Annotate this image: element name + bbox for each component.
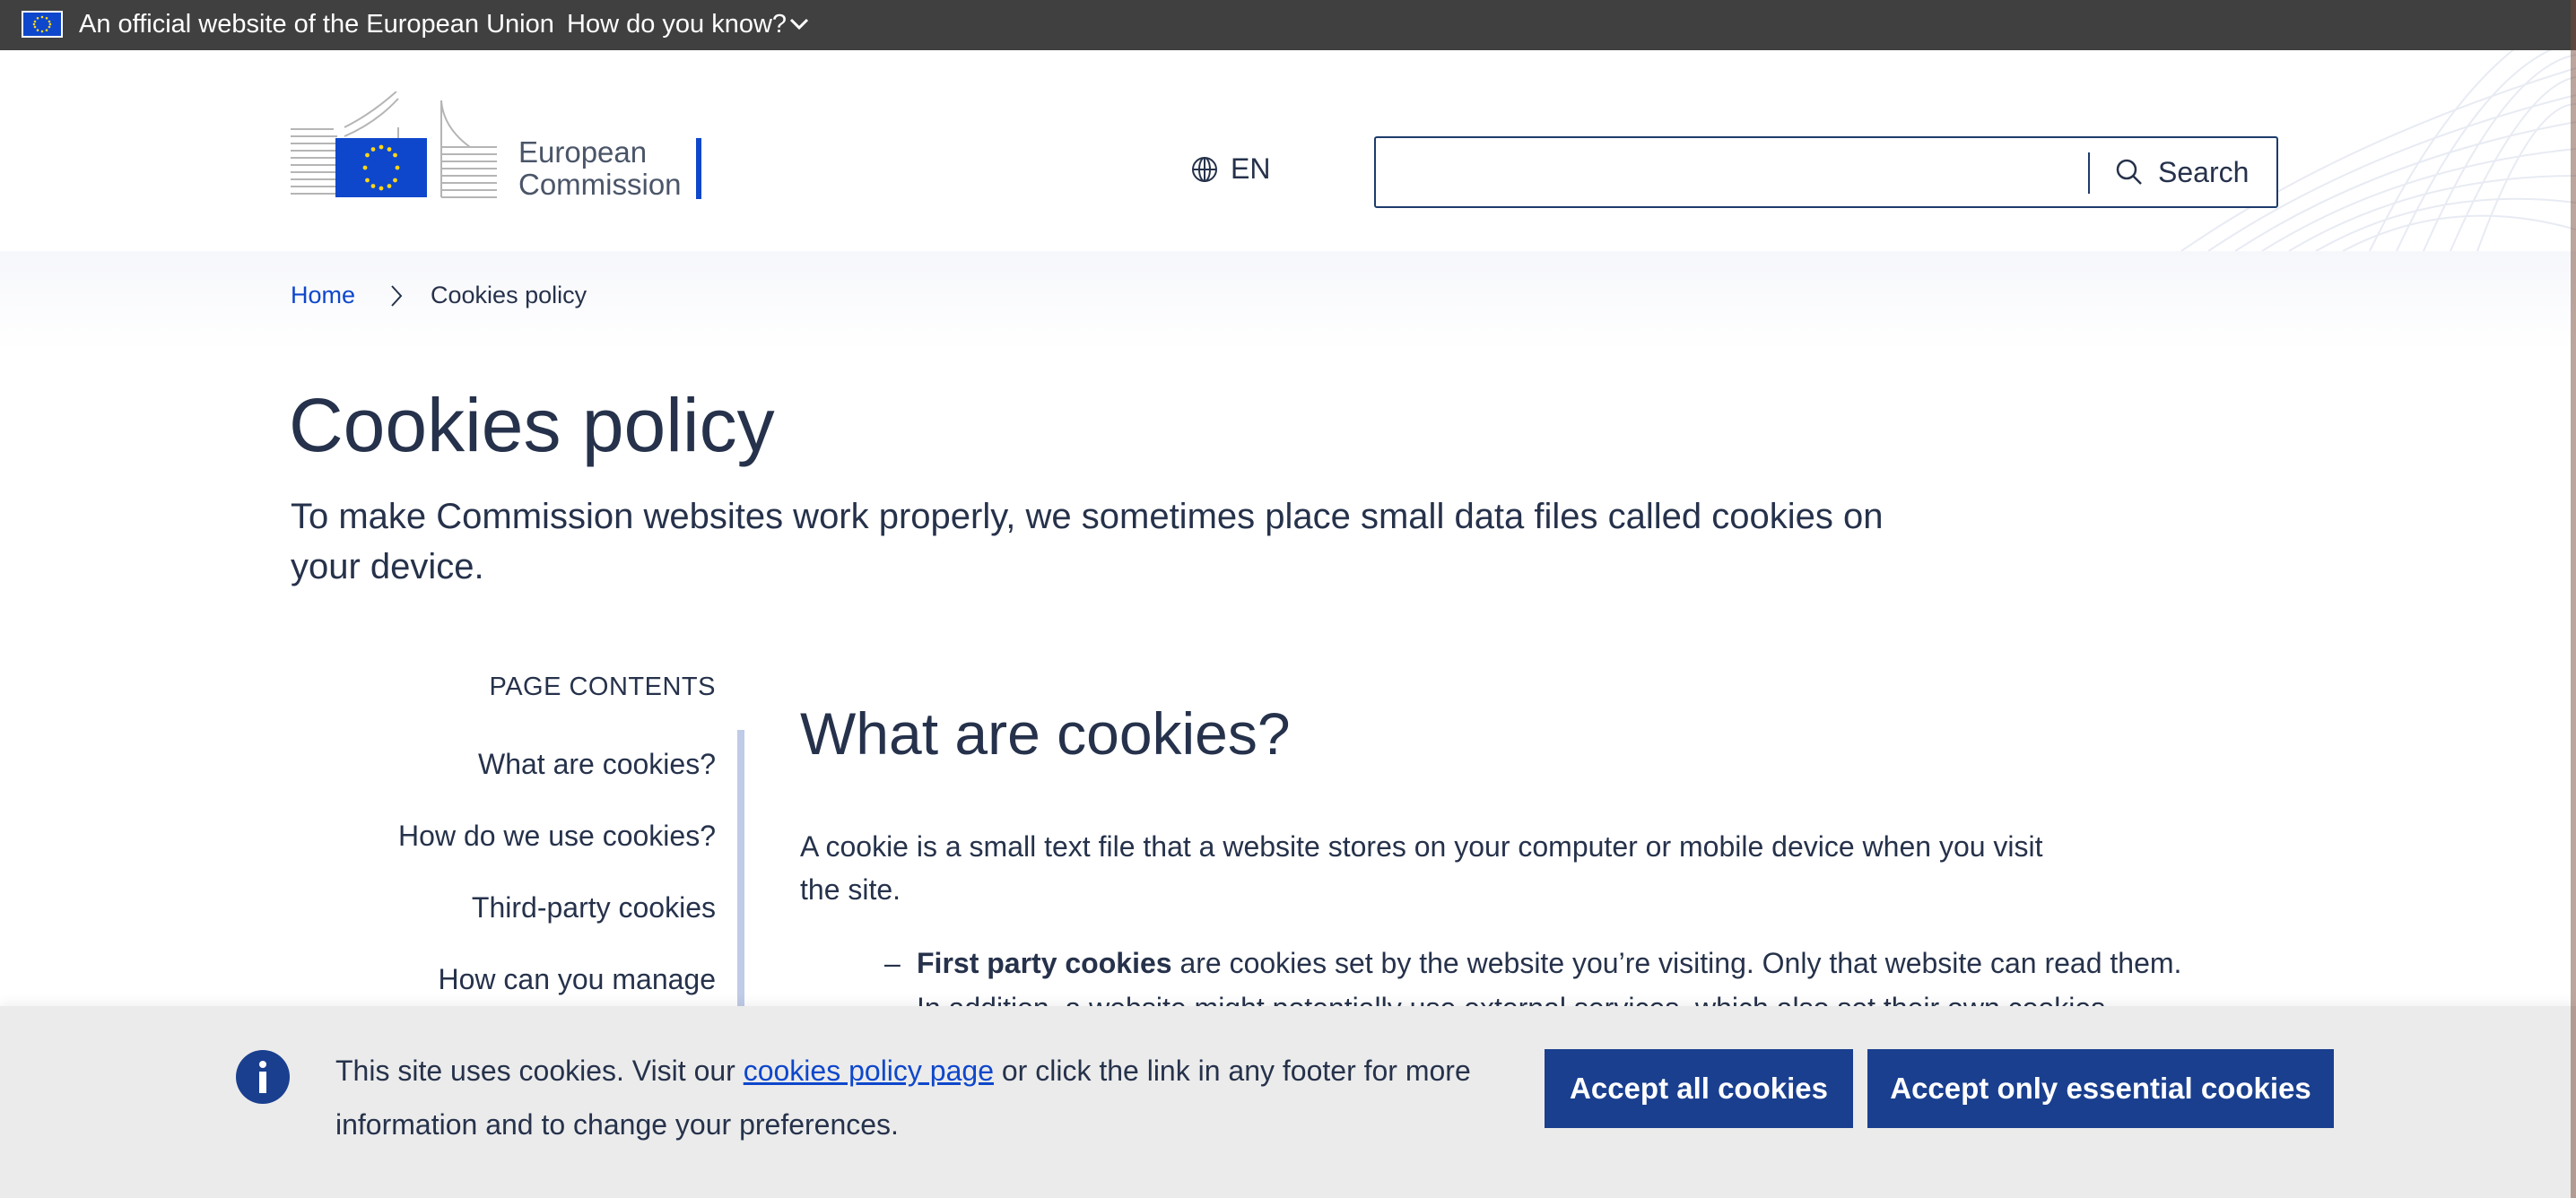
cookie-policy-link[interactable]: cookies policy page bbox=[744, 1055, 994, 1087]
breadcrumb: Home Cookies policy bbox=[291, 282, 587, 309]
toc-indicator bbox=[737, 730, 744, 1008]
search-divider bbox=[2088, 152, 2090, 194]
search-icon bbox=[2116, 159, 2142, 185]
page-title: Cookies policy bbox=[289, 383, 775, 467]
official-website-text: An official website of the European Unio… bbox=[79, 10, 554, 39]
eu-flag-icon bbox=[22, 11, 63, 38]
cookie-text-before: This site uses cookies. Visit our bbox=[335, 1055, 744, 1087]
toc-item-how-manage[interactable]: How can you manage bbox=[291, 963, 716, 996]
list-dash: – bbox=[884, 947, 901, 979]
language-selector[interactable]: EN bbox=[1191, 152, 1270, 186]
cookie-message: This site uses cookies. Visit our cookie… bbox=[335, 1044, 1501, 1151]
breadcrumb-current: Cookies policy bbox=[431, 282, 587, 308]
list-item-text: are cookies set by the website you’re vi… bbox=[1171, 947, 2182, 979]
toc-item-what-are-cookies[interactable]: What are cookies? bbox=[291, 748, 716, 781]
info-icon bbox=[236, 1050, 290, 1104]
section-paragraph: A cookie is a small text file that a web… bbox=[800, 830, 2043, 906]
search-box: Search bbox=[1374, 136, 2278, 208]
search-button-label: Search bbox=[2158, 155, 2250, 188]
section-heading: What are cookies? bbox=[800, 700, 1291, 767]
logo-line-1: European bbox=[518, 135, 648, 169]
eu-official-banner: An official website of the European Unio… bbox=[0, 0, 2576, 50]
globe-icon bbox=[1192, 156, 1217, 182]
chevron-down-icon[interactable] bbox=[788, 13, 811, 36]
list-item-bold: First party cookies bbox=[917, 947, 1172, 979]
toc-item-third-party[interactable]: Third-party cookies bbox=[291, 891, 716, 925]
chevron-right-icon bbox=[391, 284, 403, 307]
toc-item-how-we-use[interactable]: How do we use cookies? bbox=[291, 820, 716, 853]
logo-text: European Commission bbox=[518, 136, 682, 201]
cookie-consent-banner: This site uses cookies. Visit our cookie… bbox=[0, 1006, 2576, 1198]
window-edge bbox=[2571, 0, 2576, 1198]
logo-line-2: Commission bbox=[518, 168, 682, 201]
accept-essential-cookies-button[interactable]: Accept only essential cookies bbox=[1867, 1049, 2334, 1128]
breadcrumb-home-link[interactable]: Home bbox=[291, 282, 355, 309]
language-code: EN bbox=[1231, 152, 1271, 185]
list-item-first-party: First party cookies are cookies set by t… bbox=[917, 947, 2181, 980]
page-contents-title: PAGE CONTENTS bbox=[489, 673, 716, 701]
page-intro: To make Commission websites work properl… bbox=[291, 497, 1884, 586]
search-button[interactable]: Search bbox=[2115, 138, 2249, 206]
search-input[interactable] bbox=[1388, 147, 2074, 199]
how-do-you-know-toggle[interactable]: How do you know? bbox=[567, 10, 787, 39]
accept-all-cookies-button[interactable]: Accept all cookies bbox=[1545, 1049, 1853, 1128]
logo-divider bbox=[696, 138, 701, 199]
site-header: European Commission EN Search bbox=[0, 50, 2576, 251]
